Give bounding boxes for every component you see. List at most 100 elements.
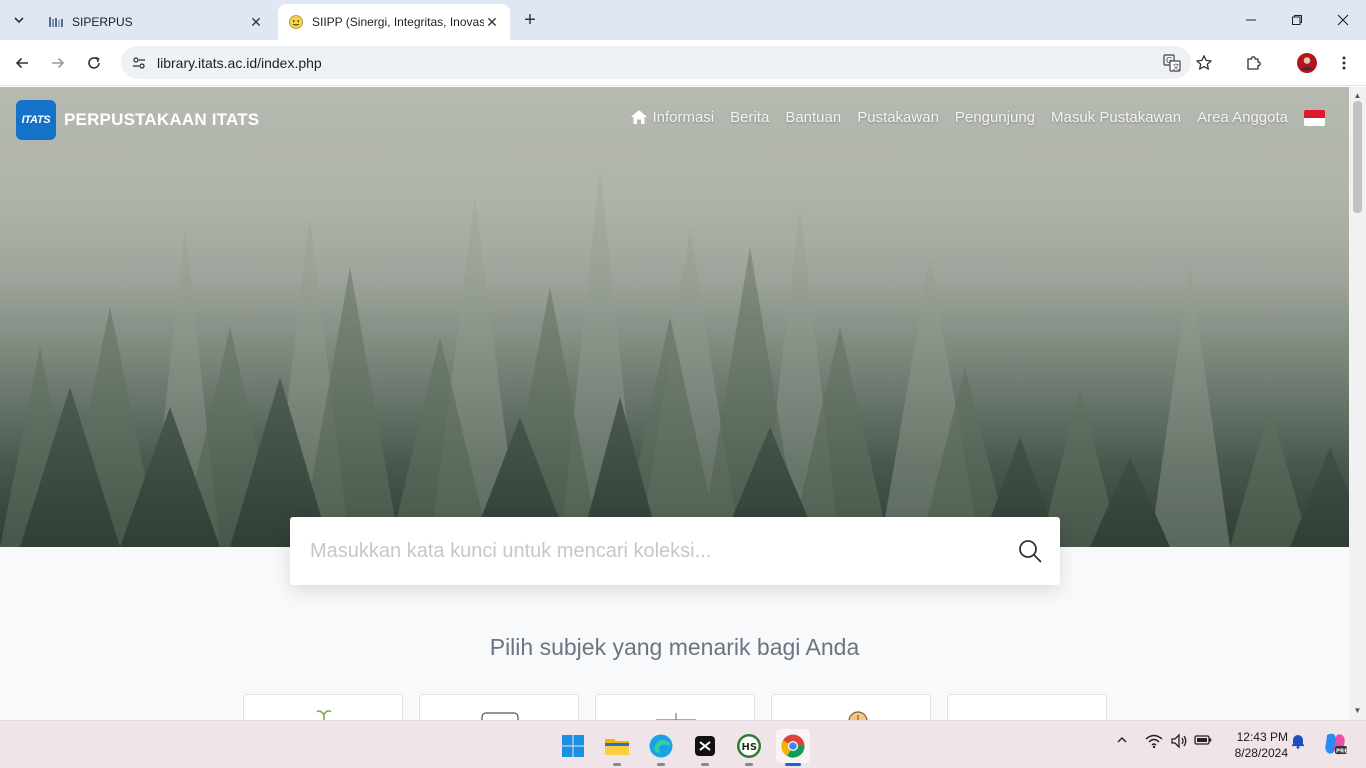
chevron-up-icon xyxy=(1117,737,1127,743)
address-bar[interactable]: library.itats.ac.id/index.php G文 xyxy=(121,46,1191,79)
search-input[interactable] xyxy=(310,535,1000,567)
running-indicator xyxy=(785,763,801,766)
subject-card[interactable] xyxy=(947,694,1107,720)
siperpus-favicon-icon xyxy=(49,17,63,27)
subject-cards xyxy=(243,694,1123,720)
network-button[interactable] xyxy=(1145,733,1163,749)
forward-button[interactable] xyxy=(44,49,72,77)
new-tab-button[interactable]: + xyxy=(518,8,542,32)
browser-tab-bar: SIPERPUS ✕ SIIPP (Sinergi, Integritas, I… xyxy=(0,0,1366,40)
tab-siipp[interactable]: SIIPP (Sinergi, Integritas, Inovasi ✕ xyxy=(278,4,510,40)
forest-background xyxy=(0,87,1349,547)
star-icon xyxy=(1196,55,1212,70)
file-explorer-app[interactable] xyxy=(600,729,634,766)
running-indicator xyxy=(701,763,709,766)
bell-icon xyxy=(1292,735,1304,749)
svg-text:HS: HS xyxy=(742,742,758,753)
collection-search-box xyxy=(290,517,1060,585)
puzzle-icon xyxy=(1247,56,1261,70)
close-icon[interactable]: ✕ xyxy=(248,14,264,30)
copilot-button[interactable]: PRE xyxy=(1322,731,1348,757)
battery-button[interactable] xyxy=(1194,733,1212,747)
notifications-button[interactable] xyxy=(1290,733,1306,749)
nav-pustakawan[interactable]: Pustakawan xyxy=(857,109,939,126)
nav-masuk-pustakawan[interactable]: Masuk Pustakawan xyxy=(1051,109,1181,126)
restore-button[interactable] xyxy=(1274,0,1320,40)
subject-device-icon xyxy=(481,712,519,720)
translate-button[interactable]: G文 xyxy=(1160,51,1184,75)
chrome-app[interactable] xyxy=(776,729,810,766)
show-hidden-icons-button[interactable] xyxy=(1115,733,1129,747)
copilot-icon: PRE xyxy=(1325,733,1348,755)
subject-card[interactable] xyxy=(771,694,931,720)
site-title[interactable]: PERPUSTAKAAN ITATS xyxy=(64,110,259,130)
more-vertical-icon xyxy=(1342,56,1346,70)
extensions-button[interactable] xyxy=(1240,49,1268,77)
page-viewport: ITATS PERPUSTAKAAN ITATS Informasi Berit… xyxy=(0,87,1349,720)
windows-start-icon xyxy=(562,735,584,757)
start-button[interactable] xyxy=(556,729,590,763)
subject-monitor-icon xyxy=(656,713,696,720)
running-indicator xyxy=(745,763,753,766)
reload-button[interactable] xyxy=(80,49,108,77)
volume-button[interactable] xyxy=(1170,733,1188,749)
siipp-favicon-icon xyxy=(289,15,303,29)
arrow-left-icon xyxy=(15,57,28,69)
tune-icon xyxy=(133,57,145,69)
edge-browser-icon xyxy=(649,734,673,758)
nav-berita[interactable]: Berita xyxy=(730,109,769,126)
wifi-icon xyxy=(1145,734,1163,749)
windows-taskbar: HS 12:43 PM 8/28/2024 PRE xyxy=(0,720,1366,768)
reload-icon xyxy=(88,56,100,69)
itats-logo[interactable]: ITATS xyxy=(16,100,56,140)
back-button[interactable] xyxy=(8,49,36,77)
capcut-app[interactable] xyxy=(688,729,722,766)
nav-area-anggota[interactable]: Area Anggota xyxy=(1197,109,1288,126)
arrow-right-icon xyxy=(52,57,65,69)
clock-time: 12:43 PM xyxy=(1236,730,1288,744)
svg-text:文: 文 xyxy=(1173,62,1180,71)
close-window-button[interactable] xyxy=(1320,0,1366,40)
chrome-icon xyxy=(781,734,805,758)
avatar-icon xyxy=(1297,53,1317,73)
subject-card[interactable] xyxy=(243,694,403,720)
minimize-button[interactable] xyxy=(1228,0,1274,40)
subject-card[interactable] xyxy=(595,694,755,720)
url-text[interactable]: library.itats.ac.id/index.php xyxy=(157,55,322,71)
site-info-button[interactable] xyxy=(127,51,151,75)
site-navigation: Informasi Berita Bantuan Pustakawan Peng… xyxy=(630,109,1325,126)
close-icon[interactable]: ✕ xyxy=(484,14,500,30)
running-indicator xyxy=(657,763,665,766)
subject-heading: Pilih subjek yang menarik bagi Anda xyxy=(489,634,860,660)
tab-siperpus[interactable]: SIPERPUS ✕ xyxy=(38,4,274,40)
clock-date: 8/28/2024 xyxy=(1234,746,1288,760)
nav-informasi[interactable]: Informasi xyxy=(652,109,714,126)
speaker-icon xyxy=(1171,733,1187,749)
profile-avatar[interactable] xyxy=(1293,49,1321,77)
subject-card[interactable] xyxy=(419,694,579,720)
bookmark-button[interactable] xyxy=(1190,49,1218,77)
capcut-icon xyxy=(695,736,715,756)
hero-banner: ITATS PERPUSTAKAAN ITATS Informasi Berit… xyxy=(0,87,1349,547)
edge-app[interactable] xyxy=(644,729,678,766)
chevron-down-icon xyxy=(14,17,24,24)
browser-toolbar: library.itats.ac.id/index.php G文 xyxy=(0,40,1366,86)
scroll-down-icon[interactable]: ▼ xyxy=(1352,705,1363,715)
scrollbar-thumb[interactable] xyxy=(1353,101,1362,213)
language-flag-indonesia-icon[interactable] xyxy=(1304,109,1325,126)
hs-app[interactable]: HS xyxy=(732,729,766,766)
nav-pengunjung[interactable]: Pengunjung xyxy=(955,109,1035,126)
restore-icon xyxy=(1292,15,1302,25)
browser-menu-button[interactable] xyxy=(1330,49,1358,77)
taskbar-clock[interactable]: 12:43 PM 8/28/2024 xyxy=(1222,729,1288,761)
search-icon[interactable] xyxy=(1016,537,1044,565)
hs-app-icon: HS xyxy=(737,734,761,758)
subject-clock-icon xyxy=(848,711,868,720)
nav-bantuan[interactable]: Bantuan xyxy=(785,109,841,126)
scroll-up-icon[interactable]: ▲ xyxy=(1352,90,1363,100)
minimize-icon xyxy=(1246,19,1256,21)
page-scrollbar[interactable]: ▲ ▼ xyxy=(1349,87,1366,720)
home-icon xyxy=(631,110,648,124)
tab-search-button[interactable] xyxy=(6,7,32,33)
translate-icon: G文 xyxy=(1163,54,1181,72)
